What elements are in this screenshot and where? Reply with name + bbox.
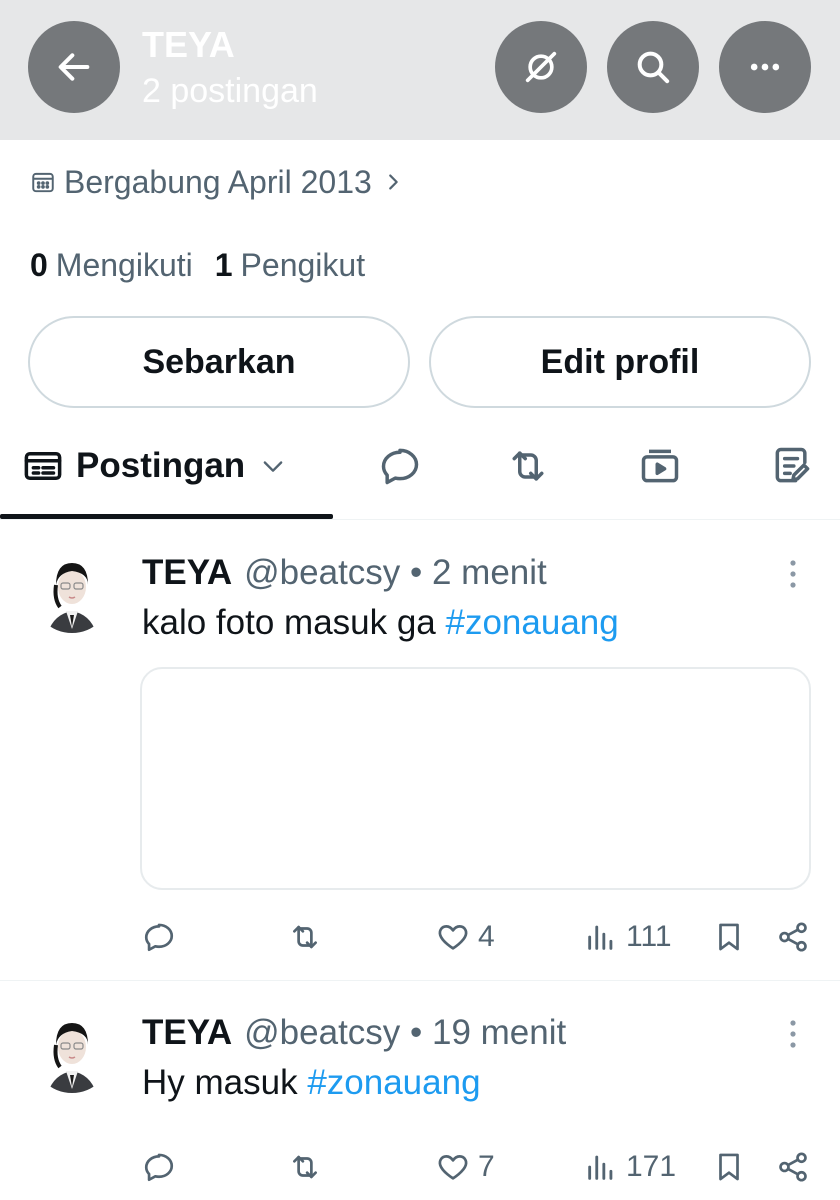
back-button[interactable] [28,21,120,113]
like-count: 7 [478,1150,495,1183]
like-count: 4 [478,920,495,953]
bookmark-icon [719,923,739,951]
like-button[interactable]: 4 [436,915,495,959]
repost-icon [293,1155,317,1179]
header-title: TEYA [142,24,235,65]
avatar[interactable] [32,545,112,641]
reply-icon [144,1153,174,1182]
more-vertical-icon[interactable] [780,1017,806,1051]
replies-icon[interactable] [378,444,422,488]
reply-button[interactable] [142,1145,176,1189]
hashtag-link[interactable]: #zonauang [446,603,619,642]
post-header: TEYA @beatcsy • 2 menit [142,551,547,595]
views-button[interactable]: 171 [584,1145,676,1189]
post-text: Hy masuk #zonauang [142,1063,481,1103]
post-text: kalo foto masuk ga #zonauang [142,603,619,643]
reposts-icon[interactable] [506,444,550,488]
hashtag-link[interactable]: #zonauang [307,1063,480,1102]
grok-icon [525,51,557,83]
share-button[interactable] [776,1145,810,1189]
following-label: Mengikuti [55,246,193,283]
active-tab-indicator [0,514,333,519]
search-button[interactable] [607,21,699,113]
post-body: Hy masuk [142,1063,308,1102]
views-icon [588,925,613,950]
edit-profile-button[interactable]: Edit profil [429,316,811,408]
tab-posts[interactable]: Postingan [22,442,287,490]
views-icon [588,1155,613,1180]
share-profile-button[interactable]: Sebarkan [28,316,410,408]
chevron-right-icon [388,174,398,190]
author-handle-time: @beatcsy • 2 menit [244,553,547,592]
like-button[interactable]: 7 [436,1145,495,1189]
bookmark-button[interactable] [712,1145,746,1189]
joined-date-link[interactable]: Bergabung April 2013 [30,160,404,204]
heart-icon [438,925,468,950]
post-item[interactable]: TEYA @beatcsy • 19 menit Hy masuk #zonau… [0,981,840,1200]
bookmark-icon [719,1153,739,1181]
more-horizontal-icon [750,63,780,71]
views-button[interactable]: 111 [584,915,672,959]
followers-link[interactable]: 1 Pengikut [215,247,365,284]
view-count: 111 [626,920,672,953]
arrow-left-icon [58,53,90,81]
profile-tabs: Postingan [0,430,840,520]
search-icon [637,51,670,84]
share-button[interactable] [776,915,810,959]
author-name[interactable]: TEYA [142,1013,232,1053]
followers-label: Pengikut [240,246,366,283]
followers-count: 1 [214,246,233,283]
post-header: TEYA @beatcsy • 19 menit [142,1011,566,1055]
view-count: 171 [626,1150,677,1183]
avatar[interactable] [32,1005,112,1101]
header-post-count: 2 postingan [142,72,318,110]
chevron-down-icon [263,461,283,472]
repost-icon [293,925,317,949]
following-link[interactable]: 0 Mengikuti [30,247,193,284]
post-body: kalo foto masuk ga [142,603,446,642]
post-actions: 4 111 [0,915,840,959]
calendar-icon [32,172,54,193]
heart-icon [438,1155,468,1180]
reply-icon [144,923,174,952]
post-actions: 7 171 [0,1145,840,1189]
articles-icon[interactable] [770,444,814,488]
follow-stats: 0 Mengikuti 1 Pengikut [30,243,365,287]
share-icon [779,1152,807,1182]
bookmark-button[interactable] [712,915,746,959]
profile-header: TEYA 2 postingan [0,0,840,140]
author-name[interactable]: TEYA [142,553,232,593]
grok-button[interactable] [495,21,587,113]
reply-button[interactable] [142,915,176,959]
more-options-button[interactable] [719,21,811,113]
post-media[interactable] [140,667,811,890]
repost-button[interactable] [288,915,322,959]
more-vertical-icon[interactable] [780,557,806,591]
author-handle-time: @beatcsy • 19 menit [244,1013,567,1052]
joined-date-text: Bergabung April 2013 [64,163,372,200]
post-item[interactable]: TEYA @beatcsy • 2 menit kalo foto masuk … [0,521,840,981]
share-icon [779,922,807,952]
tab-posts-label: Postingan [76,446,246,485]
repost-button[interactable] [288,1145,322,1189]
media-icon[interactable] [638,444,682,488]
posts-icon [24,452,62,480]
following-count: 0 [30,246,48,283]
